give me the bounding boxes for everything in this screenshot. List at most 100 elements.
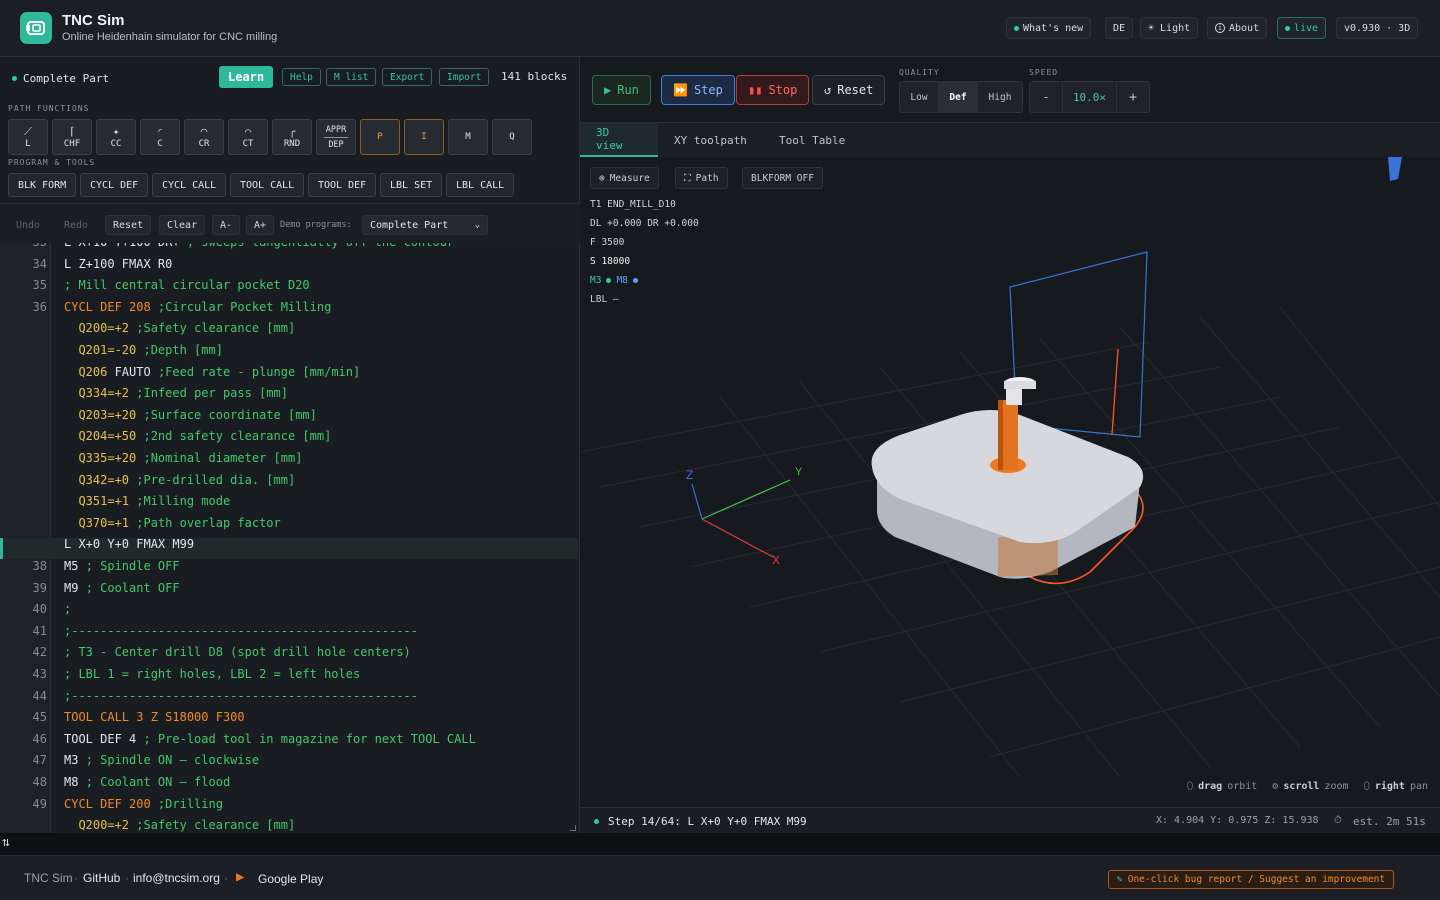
- tool-btn-cycl-call[interactable]: CYCL CALL: [152, 173, 227, 197]
- tool-btn-cycl-def[interactable]: CYCL DEF: [80, 173, 149, 197]
- bug-report-button[interactable]: ✎ One-click bug report / Suggest an impro…: [1108, 870, 1395, 889]
- line-number: 43: [32, 667, 47, 681]
- chevron-down-icon: ⌄: [474, 220, 480, 230]
- tool-btn-blk-form[interactable]: BLK FORM: [8, 173, 77, 197]
- language-button[interactable]: DE: [1105, 17, 1134, 39]
- whats-new-button[interactable]: What's new: [1006, 17, 1092, 39]
- undo-button[interactable]: Undo: [9, 215, 47, 235]
- email-link[interactable]: info@tncsim.org: [133, 871, 220, 885]
- code-editor[interactable]: 3334353637383940414243444546474849 L X+1…: [0, 243, 578, 833]
- quality-def[interactable]: Def: [938, 81, 978, 113]
- path-fn-cr[interactable]: ◠ CR: [184, 119, 224, 155]
- whats-new-label: What's new: [1023, 22, 1084, 34]
- tool-holder-body: [1004, 381, 1036, 389]
- reset-sim-button[interactable]: ↺ Reset: [812, 75, 886, 105]
- resize-vertical-icon[interactable]: ⇅: [2, 835, 10, 850]
- tool-path-rapid: [1009, 251, 1148, 438]
- quality-high[interactable]: High: [977, 81, 1023, 113]
- about-button[interactable]: i About: [1207, 17, 1268, 39]
- about-label: About: [1229, 22, 1260, 34]
- help-button[interactable]: Help: [282, 68, 321, 86]
- path-fn-q[interactable]: Q: [492, 119, 532, 155]
- github-link[interactable]: GitHub: [83, 871, 120, 885]
- code-line: Q200=+2 ;Safety clearance [mm]: [78, 321, 296, 336]
- round-corner-icon: ╭: [288, 124, 296, 138]
- import-button[interactable]: Import: [439, 68, 490, 86]
- app-title: TNC Sim: [62, 12, 125, 29]
- clear-button[interactable]: Clear: [159, 215, 206, 235]
- mouse-icon: ⬯: [1186, 781, 1194, 792]
- font-decrease-button[interactable]: A-: [212, 215, 241, 235]
- stop-button[interactable]: ▮▮ Stop: [736, 75, 810, 105]
- path-icon: ⛶: [684, 172, 691, 184]
- editor-panel: Complete Part Learn Help M list Export I…: [0, 57, 580, 833]
- m8-label: M8: [616, 275, 628, 286]
- tool-btn-tool-def[interactable]: TOOL DEF: [308, 173, 377, 197]
- speed-increase-button[interactable]: +: [1116, 81, 1150, 113]
- tool-btn-lbl-set[interactable]: LBL SET: [380, 173, 443, 197]
- line-number: 38: [32, 559, 47, 573]
- step-forward-icon: ⏩: [673, 83, 688, 97]
- path-fn-m[interactable]: M: [448, 119, 488, 155]
- path-fn-ct[interactable]: ⌒ CT: [228, 119, 268, 155]
- path-toggle-button[interactable]: ⛶ Path: [675, 167, 728, 189]
- step-button[interactable]: ⏩ Step: [661, 75, 735, 105]
- code-line: Q201=-20 ;Depth [mm]: [78, 343, 223, 357]
- path-fn-appr-dep[interactable]: APPR DEP: [316, 119, 356, 155]
- speed-decrease-button[interactable]: -: [1029, 81, 1063, 113]
- path-fn-i[interactable]: I: [404, 119, 444, 155]
- tab-3d-view[interactable]: 3D view: [580, 123, 658, 157]
- 3d-viewport[interactable]: X Y Z ⊚ Measure ⛶ Path BLKFORM OFF T1 END_…: [579, 157, 1440, 807]
- measure-icon: ⊚: [599, 172, 605, 184]
- code-line: M9 ; Coolant OFF: [64, 580, 180, 595]
- block-count: 141 blocks: [501, 70, 568, 83]
- theme-toggle[interactable]: ☀ Light: [1140, 17, 1199, 39]
- path-fn-p[interactable]: P: [360, 119, 400, 155]
- path-fn-cc[interactable]: ✦ CC: [96, 119, 136, 155]
- separator: ·: [125, 871, 129, 885]
- line-number: 45: [32, 710, 47, 725]
- speed-label: SPEED: [1029, 68, 1059, 77]
- tab-tool-table[interactable]: Tool Table: [763, 123, 861, 157]
- code-line: CYCL DEF 208 ;Circular Pocket Milling: [64, 299, 332, 314]
- code-line: ;---------------------------------------…: [64, 623, 419, 638]
- demo-program-select[interactable]: Complete Part ⌄: [362, 215, 488, 235]
- code-line: CYCL DEF 200 ;Drilling: [64, 796, 223, 811]
- mlist-button[interactable]: M list: [326, 68, 377, 86]
- blkform-toggle-button[interactable]: BLKFORM OFF: [742, 167, 823, 189]
- learn-button[interactable]: Learn: [219, 66, 274, 88]
- google-play-link[interactable]: Google Play: [258, 872, 323, 886]
- stopwatch-icon: ⏱: [1334, 815, 1342, 826]
- tab-xy-toolpath[interactable]: XY toolpath: [658, 123, 763, 157]
- reset-editor-button[interactable]: Reset: [105, 215, 152, 235]
- code-line: Q334=+2 ;Infeed per pass [mm]: [78, 386, 288, 401]
- panel-resizer[interactable]: ⇅: [0, 833, 1440, 855]
- redo-button[interactable]: Redo: [57, 215, 95, 235]
- path-fn-c[interactable]: ◜ C: [140, 119, 180, 155]
- line-number: 33: [0, 243, 47, 249]
- path-fn-label: RND: [283, 138, 301, 149]
- quality-low[interactable]: Low: [899, 81, 939, 113]
- run-label: Run: [617, 83, 639, 97]
- tool-btn-tool-call[interactable]: TOOL CALL: [230, 173, 305, 197]
- path-fn-rnd[interactable]: ╭ RND: [272, 119, 312, 155]
- status-dot-icon: [594, 819, 599, 824]
- path-fn-chf[interactable]: ⌈ CHF: [52, 119, 92, 155]
- code-line: ; Mill central circular pocket D20: [64, 278, 310, 293]
- font-increase-button[interactable]: A+: [246, 215, 275, 235]
- top-bar: TNC Sim Online Heidenhain simulator for …: [0, 0, 1440, 57]
- line-icon: ⟋: [24, 124, 32, 138]
- separator: ·: [74, 871, 78, 885]
- export-button[interactable]: Export: [382, 68, 433, 86]
- resize-handle-icon[interactable]: [570, 825, 576, 831]
- hint-zoom: zoom: [1324, 781, 1349, 792]
- run-button[interactable]: ▶ Run: [592, 75, 651, 105]
- measure-button[interactable]: ⊚ Measure: [590, 167, 659, 189]
- m-codes: M3 M8: [590, 275, 638, 286]
- code-line: Q203=+20 ;Surface coordinate [mm]: [78, 407, 317, 422]
- path-fn-l[interactable]: ⟋ L: [8, 119, 48, 155]
- line-number: 41: [32, 623, 47, 638]
- navigation-hints: ⬯ drag orbit ⚙ scroll zoom ⬯ right pan: [1187, 781, 1428, 792]
- tool-btn-lbl-call[interactable]: LBL CALL: [446, 173, 515, 197]
- live-label: live: [1294, 22, 1319, 34]
